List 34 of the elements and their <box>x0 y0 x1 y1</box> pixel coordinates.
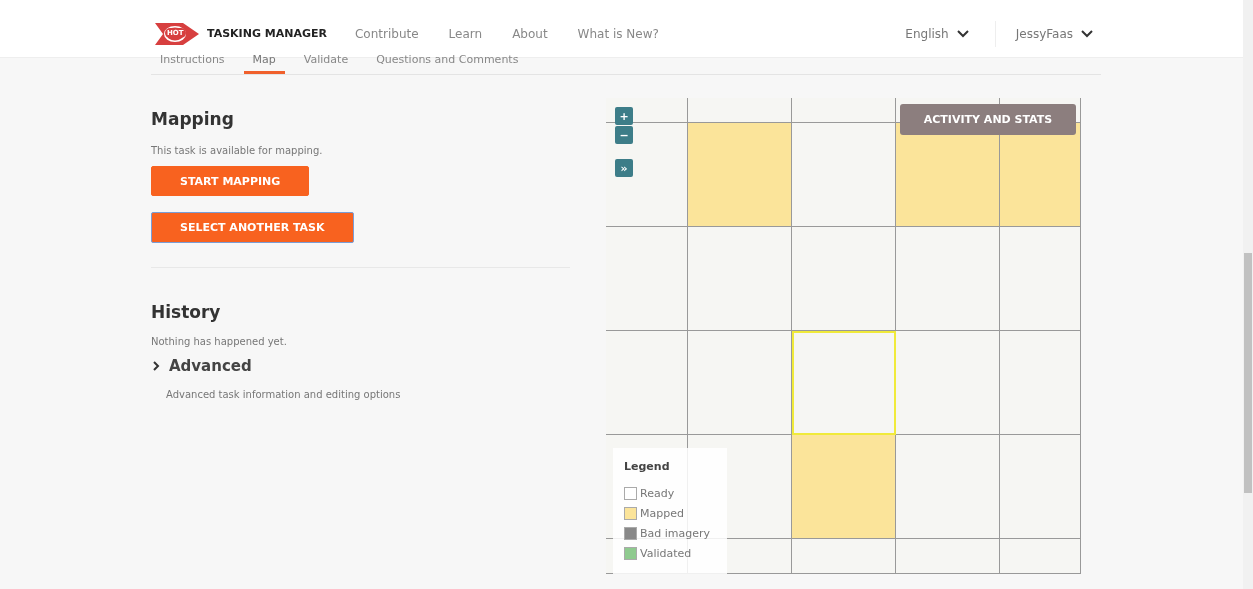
tab[interactable]: Map <box>243 52 285 74</box>
legend-label: Ready <box>640 486 675 500</box>
action-button[interactable]: START MAPPING <box>151 166 310 196</box>
nav-link[interactable]: What is New? <box>577 26 659 41</box>
chevron-down-icon <box>956 29 969 38</box>
zoom-in-button[interactable]: + <box>615 107 633 125</box>
legend-label: Mapped <box>640 506 684 520</box>
scrollbar[interactable] <box>1243 0 1253 589</box>
language-dropdown[interactable]: English <box>905 26 969 41</box>
legend-title: Legend <box>624 460 671 473</box>
brand-link[interactable]: TASKING MANAGER <box>207 27 327 40</box>
status-text: This task is available for mapping. <box>151 145 324 156</box>
tab[interactable]: Validate <box>294 52 358 74</box>
scrollbar-thumb[interactable] <box>1244 253 1252 493</box>
legend-label: Bad imagery <box>640 526 711 540</box>
chevron-down-icon <box>1081 29 1093 38</box>
action-button[interactable]: SELECT ANOTHER TASK <box>151 212 354 243</box>
advanced-description: Advanced task information and editing options <box>166 389 402 400</box>
section-title: History <box>151 302 222 322</box>
section-title: Mapping <box>151 109 235 129</box>
legend-label: Validated <box>640 546 692 560</box>
advanced-toggle[interactable]: Advanced <box>151 357 252 375</box>
chevron-right-icon <box>151 361 161 371</box>
tab[interactable]: Instructions <box>151 52 234 74</box>
expand-button[interactable]: » <box>615 159 633 177</box>
nav-link[interactable]: Learn <box>448 26 483 41</box>
nav-link[interactable]: Contribute <box>354 26 419 41</box>
nav-link[interactable]: About <box>512 26 548 41</box>
activity-stats-button[interactable]: ACTIVITY AND STATS <box>900 104 1076 135</box>
tab[interactable]: Questions and Comments <box>367 52 528 74</box>
user-menu[interactable]: JessyFaas <box>1015 26 1093 41</box>
zoom-out-button[interactable]: − <box>615 126 633 144</box>
history-text: Nothing has happened yet. <box>151 336 288 347</box>
map[interactable]: + − » ACTIVITY AND STATS Legend Ready Mapped Bad imagery Validated <box>606 98 1081 574</box>
